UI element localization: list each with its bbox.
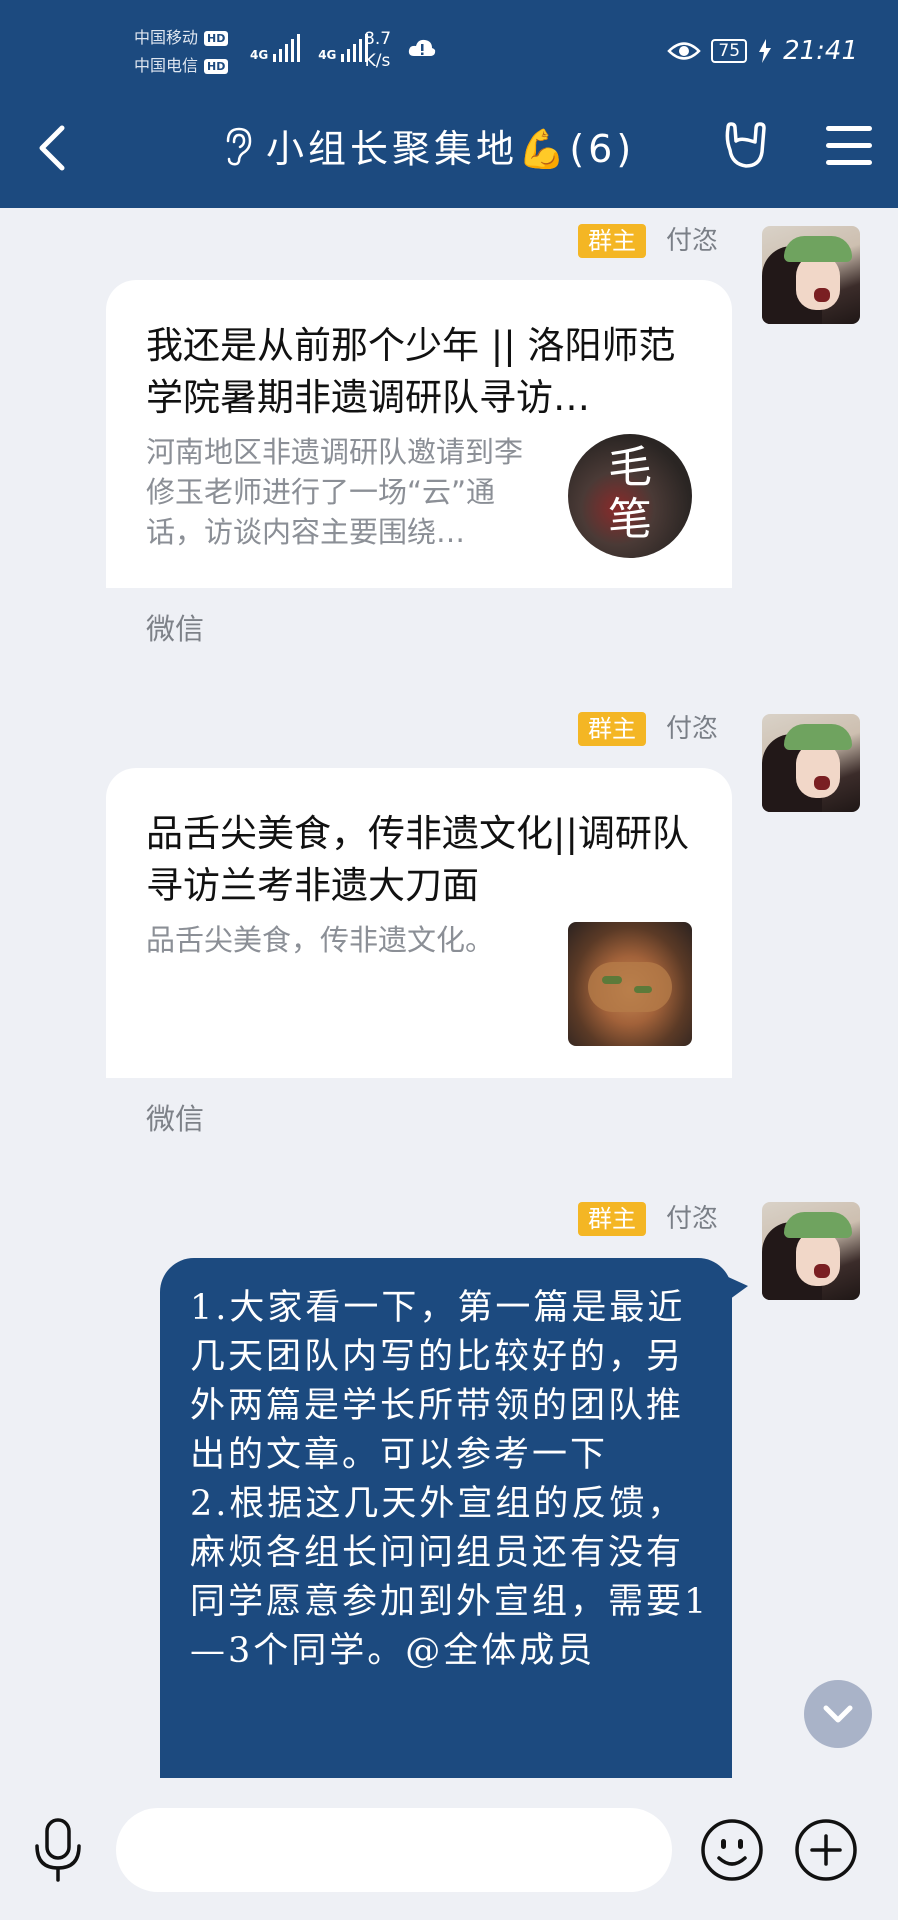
- owner-tag: 群主: [578, 712, 646, 746]
- avatar[interactable]: [762, 714, 860, 812]
- card-thumbnail: 毛笔: [568, 434, 692, 558]
- network-speed: 8.7 K/s: [364, 28, 391, 72]
- message-text: 1.大家看一下，第一篇是最近几天团队内写的比较好的，另外两篇是学长所带领的团队推…: [190, 1288, 710, 1671]
- status-bar: 中国移动 HD 中国电信 HD 4G 4G 8.7 K/s 75 21:41: [0, 24, 898, 80]
- cloud-icon: [408, 39, 436, 56]
- scroll-to-bottom-button[interactable]: [804, 1680, 872, 1748]
- card-source: 微信: [106, 588, 732, 664]
- thumbnail-text: 毛笔: [608, 442, 652, 545]
- speed-unit: K/s: [364, 51, 391, 71]
- owner-tag: 群主: [578, 224, 646, 258]
- avatar[interactable]: [762, 1202, 860, 1300]
- emoji-icon[interactable]: [700, 1818, 764, 1882]
- plus-icon[interactable]: [794, 1818, 858, 1882]
- card-thumbnail-food: [568, 922, 692, 1046]
- eye-icon: [667, 42, 702, 60]
- menu-button[interactable]: [826, 126, 872, 166]
- chevron-down-icon: [823, 1705, 853, 1723]
- signal-icon-1: 4G: [250, 34, 301, 62]
- message-input[interactable]: [116, 1808, 672, 1892]
- chat-header: 小组长聚集地💪(6): [0, 100, 898, 196]
- avatar[interactable]: [762, 226, 860, 324]
- carrier-1: 中国移动: [134, 28, 199, 47]
- clock: 21:41: [783, 36, 858, 66]
- group-name: 小组长聚集地💪(6): [266, 127, 636, 171]
- input-bar: [0, 1778, 898, 1920]
- speed-value: 8.7: [364, 29, 392, 49]
- sender-name: 付恣: [666, 226, 719, 256]
- signal-icon-2: 4G: [318, 34, 369, 62]
- signal-icons: 4G 4G: [250, 34, 369, 62]
- article-card[interactable]: 我还是从前那个少年 || 洛阳师范学院暑期非遗调研队寻访… 河南地区非遗调研队邀…: [106, 280, 732, 588]
- network-type-2: 4G: [318, 48, 337, 62]
- card-description: 河南地区非遗调研队邀请到李修玉老师进行了一场“云”通话，访谈内容主要围绕…: [146, 435, 524, 549]
- card-title: 我还是从前那个少年 || 洛阳师范学院暑期非遗调研队寻访…: [146, 324, 676, 419]
- top-bar: 中国移动 HD 中国电信 HD 4G 4G 8.7 K/s 75 21:41 小…: [0, 0, 898, 208]
- carrier-info: 中国移动 HD 中国电信 HD: [134, 24, 229, 80]
- right-status: 75 21:41: [667, 36, 858, 66]
- ear-icon: [226, 127, 252, 165]
- back-button[interactable]: [34, 124, 74, 172]
- chat-title[interactable]: 小组长聚集地💪(6): [220, 118, 635, 173]
- charging-icon: [759, 39, 772, 63]
- sender-name: 付恣: [666, 1204, 719, 1234]
- source-label: 微信: [146, 612, 205, 646]
- rock-hand-icon[interactable]: [718, 120, 770, 172]
- card-title: 品舌尖美食，传非遗文化||调研队寻访兰考非遗大刀面: [146, 812, 689, 907]
- card-description: 品舌尖美食，传非遗文化。: [146, 923, 495, 957]
- hd-badge-2: HD: [204, 58, 229, 74]
- owner-tag: 群主: [578, 1202, 646, 1236]
- microphone-icon[interactable]: [30, 1816, 86, 1884]
- source-label: 微信: [146, 1102, 205, 1136]
- sender-name: 付恣: [666, 714, 719, 744]
- battery-indicator: 75: [711, 39, 748, 63]
- article-card[interactable]: 品舌尖美食，传非遗文化||调研队寻访兰考非遗大刀面 品舌尖美食，传非遗文化。: [106, 768, 732, 1078]
- text-message-bubble[interactable]: 1.大家看一下，第一篇是最近几天团队内写的比较好的，另外两篇是学长所带领的团队推…: [160, 1258, 748, 1788]
- hd-badge-1: HD: [204, 30, 229, 46]
- network-type-1: 4G: [250, 48, 269, 62]
- carrier-2: 中国电信: [134, 56, 199, 75]
- card-source: 微信: [106, 1078, 732, 1154]
